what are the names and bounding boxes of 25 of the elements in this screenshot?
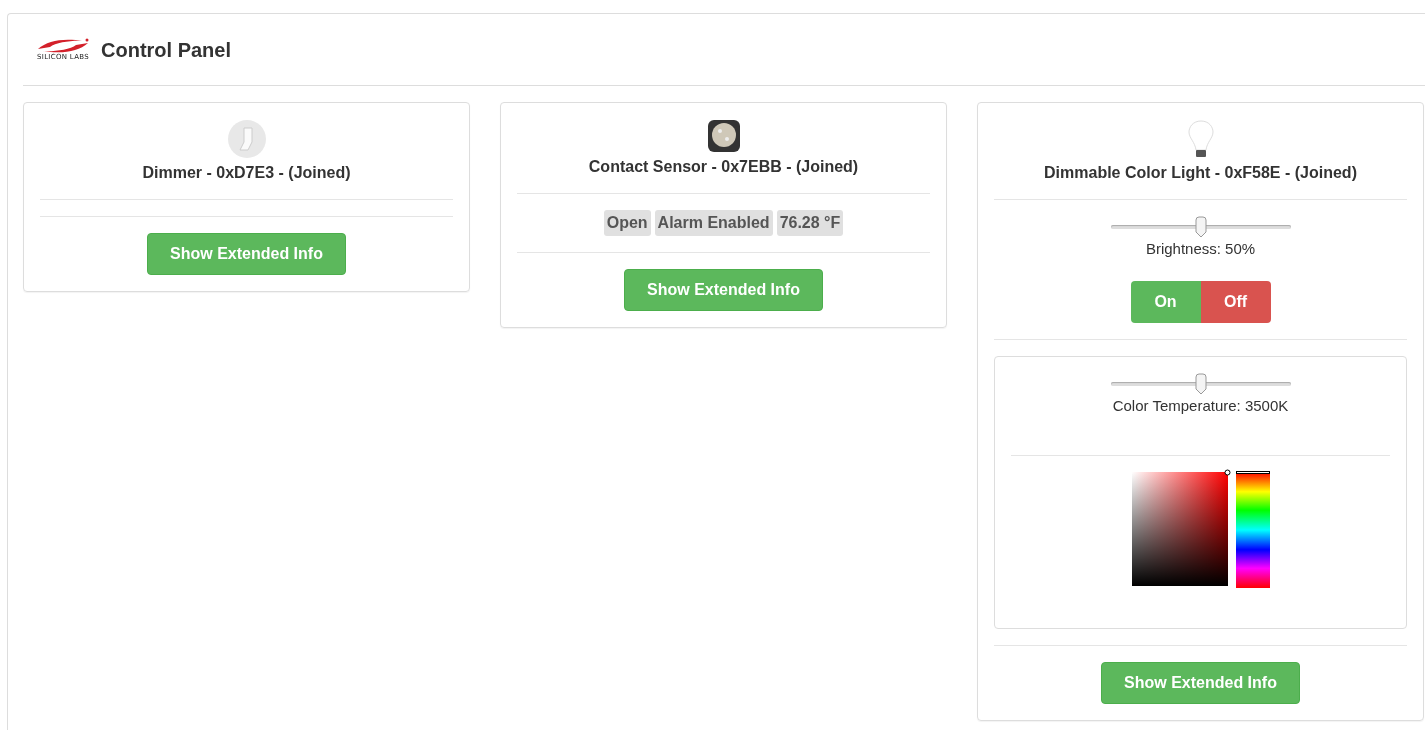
hue-bar[interactable] <box>1235 472 1270 588</box>
light-bulb-icon <box>1186 119 1215 159</box>
device-title: Dimmable Color Light - 0xF58E - (Joined) <box>1043 163 1358 183</box>
slider-label: Brightness: 50% <box>1144 239 1257 259</box>
switch-button[interactable]: On <box>1130 280 1201 323</box>
slider[interactable] <box>1110 372 1291 395</box>
extended-info-button[interactable]: Show Extended Info <box>1101 662 1300 704</box>
color-square[interactable] <box>1131 472 1228 586</box>
slider-thumb[interactable] <box>1193 372 1208 395</box>
light-switch-icon <box>226 119 267 159</box>
device-title: Contact Sensor - 0x7EBB - (Joined) <box>587 157 860 177</box>
extended-info-button[interactable]: Show Extended Info <box>624 269 823 311</box>
slider-label: Color Temperature: 3500K <box>1111 395 1290 416</box>
hue-handle[interactable] <box>1235 471 1270 474</box>
switch-button[interactable]: Off <box>1200 280 1271 323</box>
status-tag: Open <box>603 210 651 236</box>
slider[interactable] <box>1110 216 1291 238</box>
picker-handle-icon[interactable] <box>1223 469 1231 476</box>
status-tag: 76.28 °F <box>776 210 844 236</box>
sensor-icon <box>706 119 741 153</box>
extended-info-button[interactable]: Show Extended Info <box>147 233 346 275</box>
status-tag: Alarm Enabled <box>654 210 773 236</box>
slider-thumb[interactable] <box>1193 216 1208 238</box>
device-title: Dimmer - 0xD7E3 - (Joined) <box>141 163 352 183</box>
page-title: Control Panel <box>101 37 231 63</box>
